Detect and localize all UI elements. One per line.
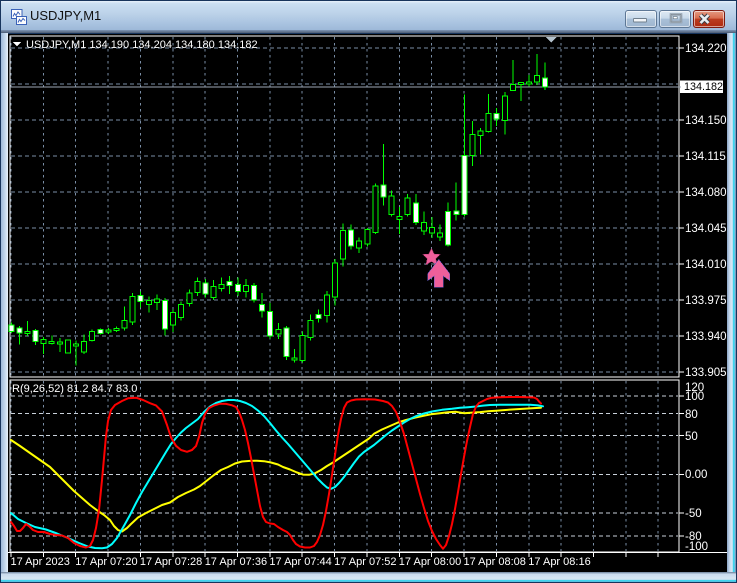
svg-text:-50: -50 — [685, 508, 702, 520]
svg-text:134.045: 134.045 — [685, 223, 727, 235]
svg-text:0.00: 0.00 — [685, 469, 707, 481]
svg-text:134.080: 134.080 — [685, 187, 727, 199]
svg-text:134.115: 134.115 — [685, 151, 726, 163]
svg-text:50: 50 — [685, 431, 698, 443]
svg-text:133.940: 133.940 — [685, 331, 727, 343]
svg-text:17 Apr 2023: 17 Apr 2023 — [11, 556, 70, 568]
svg-text:133.975: 133.975 — [685, 295, 727, 307]
svg-text:17 Apr 07:28: 17 Apr 07:28 — [140, 556, 202, 568]
svg-text:USDJPY,M1 134.190 134.204 134.: USDJPY,M1 134.190 134.204 134.180 134.18… — [26, 39, 258, 51]
svg-text:R(9,26,52) 81.2 84.7 83.0: R(9,26,52) 81.2 84.7 83.0 — [12, 383, 137, 395]
svg-text:17 Apr 07:52: 17 Apr 07:52 — [334, 556, 396, 568]
svg-text:17 Apr 07:36: 17 Apr 07:36 — [205, 556, 267, 568]
svg-text:17 Apr 08:16: 17 Apr 08:16 — [528, 556, 590, 568]
svg-text:133.905: 133.905 — [685, 367, 727, 379]
svg-text:17 Apr 07:44: 17 Apr 07:44 — [269, 556, 331, 568]
svg-text:-100: -100 — [685, 541, 708, 553]
svg-text:80: 80 — [685, 409, 698, 421]
svg-text:17 Apr 07:20: 17 Apr 07:20 — [75, 556, 137, 568]
svg-text:100: 100 — [685, 391, 704, 403]
svg-text:134.010: 134.010 — [685, 259, 727, 271]
svg-text:134.220: 134.220 — [685, 43, 727, 55]
svg-text:17 Apr 08:00: 17 Apr 08:00 — [399, 556, 461, 568]
svg-text:134.150: 134.150 — [685, 115, 727, 127]
svg-text:17 Apr 08:08: 17 Apr 08:08 — [464, 556, 526, 568]
svg-text:134.182: 134.182 — [684, 81, 723, 93]
